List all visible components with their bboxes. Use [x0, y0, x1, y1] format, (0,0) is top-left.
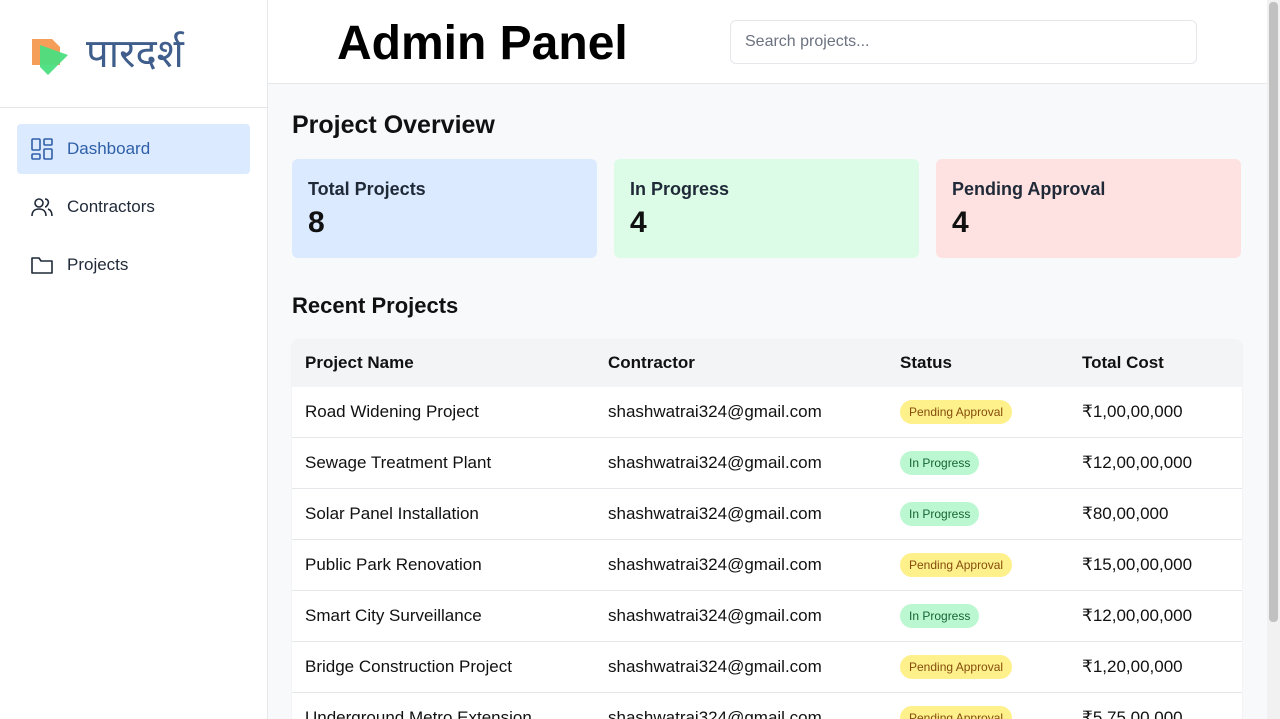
status-badge: In Progress	[900, 502, 980, 526]
sidebar-item-contractors[interactable]: Contractors	[17, 182, 250, 232]
status-badge: In Progress	[900, 451, 980, 475]
dashboard-icon	[30, 137, 54, 161]
total-cost-cell: ₹5,75,00,000	[1082, 708, 1183, 719]
page-title: Admin Panel	[337, 17, 628, 70]
project-name-cell: Public Park Renovation	[305, 555, 482, 574]
total-cost-cell: ₹1,00,00,000	[1082, 402, 1183, 421]
users-icon	[30, 195, 54, 219]
status-cell: In Progress	[900, 502, 1082, 526]
stat-card-value: 4	[630, 206, 647, 239]
status-cell: Pending Approval	[900, 655, 1082, 679]
status-cell: In Progress	[900, 604, 1082, 628]
stat-card-total: Total Projects 8	[292, 159, 597, 258]
vertical-scrollbar[interactable]	[1267, 0, 1280, 719]
status-badge: In Progress	[900, 604, 980, 628]
total-cost-cell: ₹12,00,00,000	[1082, 453, 1193, 472]
project-name-cell: Bridge Construction Project	[305, 657, 512, 676]
contractor-cell: shashwatrai324@gmail.com	[608, 708, 822, 719]
contractor-cell: shashwatrai324@gmail.com	[608, 453, 822, 472]
total-cost-cell: ₹1,20,00,000	[1082, 657, 1183, 676]
table-row[interactable]: Sewage Treatment Plant shashwatrai324@gma…	[292, 438, 1242, 489]
stat-card-label: In Progress	[630, 179, 730, 199]
stat-card-label: Total Projects	[308, 179, 426, 199]
column-header[interactable]: Total Cost	[1082, 353, 1242, 373]
sidebar-item-dashboard[interactable]: Dashboard	[17, 124, 250, 174]
sidebar-nav: Dashboard Contractors Projects	[0, 108, 267, 314]
sidebar: पारदर्श Dashboard Contractors Projects	[0, 0, 268, 719]
status-cell: Pending Approval	[900, 553, 1082, 577]
recent-projects-title: Recent Projects	[292, 293, 459, 318]
stat-card-label: Pending Approval	[952, 179, 1106, 199]
table-row[interactable]: Solar Panel Installation shashwatrai324@g…	[292, 489, 1242, 540]
stat-card-pending: Pending Approval 4	[936, 159, 1241, 258]
status-cell: Pending Approval	[900, 400, 1082, 424]
status-badge: Pending Approval	[900, 655, 1013, 679]
column-header[interactable]: Project Name	[292, 353, 608, 373]
status-badge: Pending Approval	[900, 706, 1013, 719]
stat-card-value: 8	[308, 206, 325, 239]
status-badge: Pending Approval	[900, 400, 1013, 424]
logo-icon	[32, 38, 68, 75]
brand-name: पारदर्श	[86, 30, 184, 77]
project-name-cell: Underground Metro Extension	[305, 708, 532, 719]
sidebar-item-label: Dashboard	[67, 139, 151, 158]
sidebar-item-label: Contractors	[67, 197, 155, 216]
table-row[interactable]: Public Park Renovation shashwatrai324@gma…	[292, 540, 1242, 591]
top-bar: Admin Panel	[268, 0, 1267, 84]
contractor-cell: shashwatrai324@gmail.com	[608, 657, 822, 676]
status-cell: Pending Approval	[900, 706, 1082, 719]
total-cost-cell: ₹80,00,000	[1082, 504, 1169, 523]
status-cell: In Progress	[900, 451, 1082, 475]
table-row[interactable]: Bridge Construction Project shashwatrai32…	[292, 642, 1242, 693]
stat-cards: Total Projects 8 In Progress 4 Pending A…	[292, 159, 1242, 258]
project-name-cell: Solar Panel Installation	[305, 504, 479, 523]
overview-title: Project Overview	[292, 111, 495, 139]
table-row[interactable]: Underground Metro Extension shashwatrai32…	[292, 693, 1242, 719]
sidebar-item-projects[interactable]: Projects	[17, 240, 250, 290]
total-cost-cell: ₹12,00,00,000	[1082, 606, 1193, 625]
table-header-row: Project Name Contractor Status Total Cos…	[292, 339, 1242, 387]
contractor-cell: shashwatrai324@gmail.com	[608, 504, 822, 523]
stat-card-value: 4	[952, 206, 969, 239]
projects-table: Project Name Contractor Status Total Cos…	[292, 339, 1242, 719]
table-row[interactable]: Road Widening Project shashwatrai324@gmai…	[292, 387, 1242, 438]
table-row[interactable]: Smart City Surveillance shashwatrai324@gm…	[292, 591, 1242, 642]
project-name-cell: Smart City Surveillance	[305, 606, 482, 625]
stat-card-in-progress: In Progress 4	[614, 159, 919, 258]
folder-icon	[30, 253, 54, 277]
column-header[interactable]: Contractor	[608, 353, 900, 373]
brand-logo[interactable]: पारदर्श	[0, 0, 267, 108]
contractor-cell: shashwatrai324@gmail.com	[608, 402, 822, 421]
project-name-cell: Road Widening Project	[305, 402, 479, 421]
scrollbar-thumb[interactable]	[1269, 2, 1278, 622]
sidebar-item-label: Projects	[67, 255, 129, 274]
search-input[interactable]	[730, 20, 1197, 64]
status-badge: Pending Approval	[900, 553, 1013, 577]
column-header[interactable]: Status	[900, 353, 1082, 373]
contractor-cell: shashwatrai324@gmail.com	[608, 606, 822, 625]
total-cost-cell: ₹15,00,00,000	[1082, 555, 1193, 574]
contractor-cell: shashwatrai324@gmail.com	[608, 555, 822, 574]
project-name-cell: Sewage Treatment Plant	[305, 453, 492, 472]
